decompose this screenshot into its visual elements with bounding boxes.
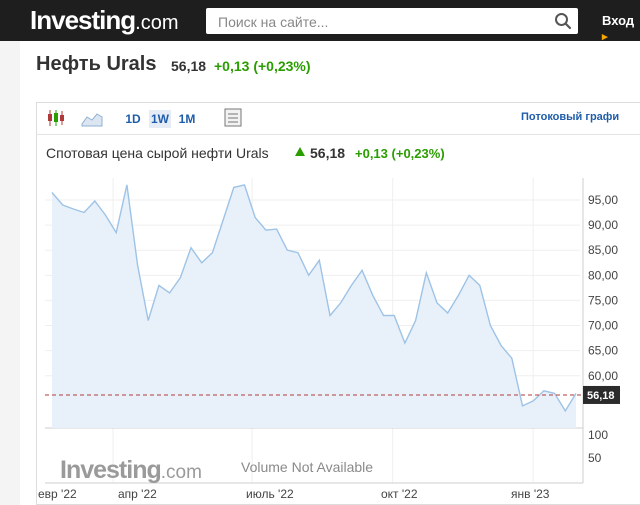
x-tick-label: апр '22 — [118, 487, 157, 501]
investing-watermark-logo: Investing.com — [60, 456, 202, 485]
volume-tick-label: 100 — [588, 428, 608, 442]
y-tick-label: 65,00 — [588, 344, 618, 358]
y-tick-label: 85,00 — [588, 243, 618, 257]
x-tick-label: евр '22 — [38, 487, 77, 501]
watermark-main-text: Investing — [60, 456, 162, 484]
current-price-label: 56,18 — [587, 390, 615, 402]
x-tick-label: июль '22 — [246, 487, 294, 501]
volume-tick-label: 50 — [588, 451, 602, 465]
y-tick-label: 95,00 — [588, 193, 618, 207]
y-tick-label: 90,00 — [588, 218, 618, 232]
price-chart[interactable]: 56,18 60,00 65,00 70,00 75,00 80,00 85,00 90,00… — [0, 0, 640, 505]
watermark-suffix-text: .com — [160, 462, 202, 483]
x-tick-label: окт '22 — [381, 487, 418, 501]
volume-not-available-label: Volume Not Available — [241, 459, 374, 475]
x-tick-label: янв '23 — [511, 487, 550, 501]
price-area — [52, 184, 576, 428]
y-tick-label: 75,00 — [588, 293, 618, 307]
y-tick-label: 70,00 — [588, 319, 618, 333]
y-tick-label: 60,00 — [588, 369, 618, 383]
y-tick-label: 80,00 — [588, 268, 618, 282]
